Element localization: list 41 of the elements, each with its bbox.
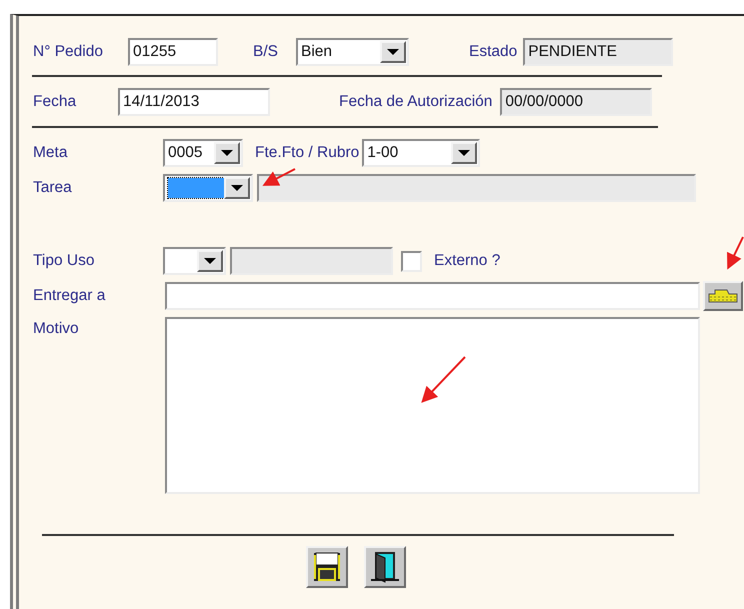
tank-icon [707, 288, 739, 304]
exit-button[interactable] [364, 546, 406, 588]
field-label: Tarea [33, 178, 73, 198]
dropdown-button[interactable] [197, 250, 223, 272]
dropdown[interactable] [163, 247, 226, 275]
caret-icon [386, 49, 399, 55]
field-label: Motivo [33, 319, 80, 339]
field-label: Fecha [33, 92, 78, 112]
dropdown-button[interactable] [224, 177, 250, 199]
save-button[interactable] [306, 546, 348, 588]
date-field: 00/00/0000 [500, 88, 652, 116]
text-field[interactable]: 01255 [128, 38, 218, 66]
dropdown-button[interactable] [380, 41, 406, 63]
lookup-button[interactable] [703, 281, 743, 311]
field-label: Fte.Fto / Rubro [255, 143, 360, 164]
field-label: Meta [33, 143, 68, 164]
door-icon [370, 551, 400, 583]
field-label: Tipo Uso [33, 251, 96, 272]
field-label: B/S [253, 42, 278, 62]
dropdown[interactable] [163, 174, 253, 202]
caret-icon [221, 150, 233, 156]
dropdown[interactable]: Bien [296, 38, 409, 66]
input-field[interactable] [165, 282, 700, 310]
status-field: PENDIENTE [523, 38, 674, 66]
field-label: N° Pedido [33, 42, 104, 62]
field-label: Fecha de Autorización [339, 92, 492, 112]
dropdown-button[interactable] [214, 142, 240, 164]
dropdown-button[interactable] [451, 142, 478, 164]
dropdown[interactable]: 1-00 [362, 139, 480, 167]
dropdown[interactable]: 0005 [163, 139, 243, 167]
annotation-arrow [421, 356, 466, 403]
text-field[interactable]: 14/11/2013 [118, 88, 270, 116]
checkbox[interactable] [401, 250, 422, 272]
caret-icon [458, 150, 470, 156]
annotation-arrow [262, 168, 296, 186]
caret-icon [231, 185, 243, 191]
caret-icon [204, 258, 216, 264]
annotation-arrow [727, 236, 744, 270]
field-label: Externo ? [434, 251, 500, 272]
field-label: Entregar a [33, 286, 106, 306]
field-label: Estado [468, 42, 518, 62]
